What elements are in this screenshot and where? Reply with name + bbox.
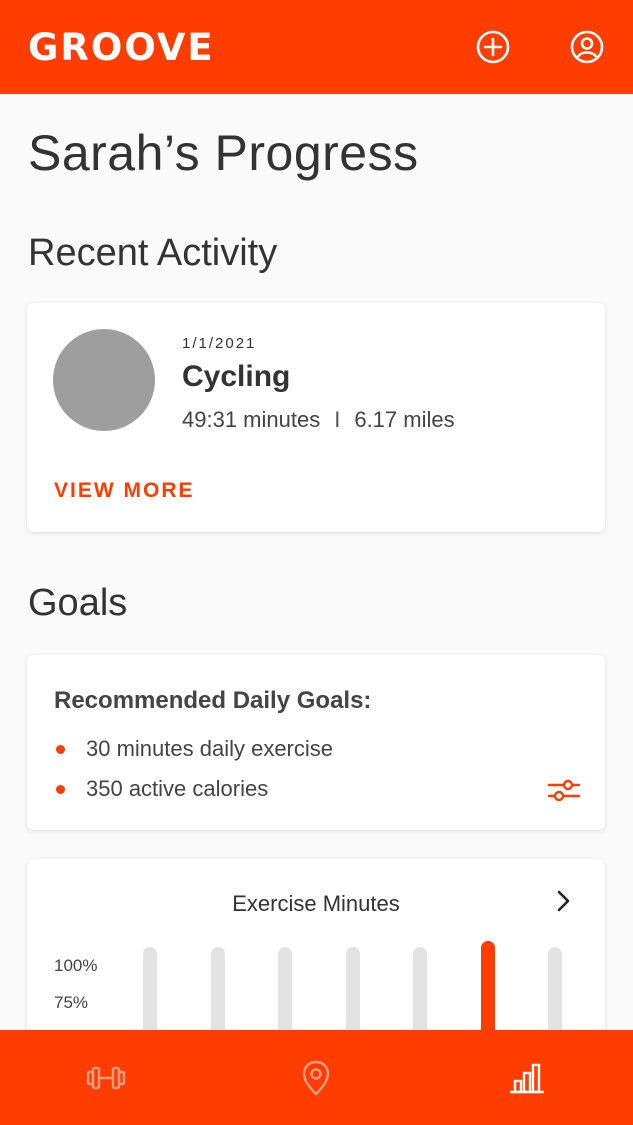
recent-activity-heading: Recent Activity [28,232,278,274]
account-icon[interactable] [569,29,605,65]
goal-item-label: 350 active calories [86,776,269,801]
bar-track [345,947,360,1030]
goal-item: 30 minutes daily exercise [54,729,333,769]
bullet-icon [56,784,65,794]
recent-activity-card[interactable]: 1/1/2021 Cycling 49:31 minutes I 6.17 mi… [27,303,605,532]
app-logo: GROOVE [28,25,215,69]
activity-avatar [53,329,155,431]
top-app-bar: GROOVE [0,0,633,94]
recommended-goals-heading: Recommended Daily Goals: [54,687,372,714]
app-root: GROOVE Sarah’s Progress Recent Activity [0,0,633,1125]
chart-title: Exercise Minutes [232,891,400,916]
goals-card: Recommended Daily Goals: 30 minutes dail… [27,655,605,830]
bar-track [413,947,427,1030]
main-content[interactable]: Sarah’s Progress Recent Activity 1/1/202… [0,94,633,1030]
activity-name: Cycling [182,360,291,393]
goal-item: 350 active calories [54,769,333,809]
header-actions [475,29,605,65]
bar-track [210,947,225,1030]
bar-track [548,947,562,1030]
activity-stats: 49:31 minutes I 6.17 miles [182,407,455,433]
view-more-button[interactable]: VIEW MORE [54,479,195,503]
sliders-icon[interactable] [547,773,581,807]
exercise-minutes-card[interactable]: Exercise Minutes 100% 75% [27,859,605,1030]
bar-highlighted [480,941,495,1030]
goal-list: 30 minutes daily exercise 350 active cal… [54,729,333,809]
location-pin-icon[interactable] [294,1058,338,1098]
activity-duration: 49:31 minutes [182,407,321,432]
page-title: Sarah’s Progress [28,125,419,181]
bullet-icon [56,744,65,754]
bar-chart-icon[interactable] [505,1058,549,1098]
activity-date: 1/1/2021 [182,335,257,352]
add-circle-icon[interactable] [475,29,511,65]
chevron-right-icon[interactable] [551,887,575,915]
goal-item-label: 30 minutes daily exercise [86,736,334,761]
goals-heading: Goals [28,582,128,624]
bar-track [143,947,157,1030]
activity-distance: 6.17 miles [354,407,455,432]
stats-separator: I [334,407,341,432]
dumbbell-icon[interactable] [84,1058,128,1098]
y-tick-label: 75% [54,993,89,1012]
y-tick-label: 100% [54,956,98,975]
bottom-nav [0,1030,633,1125]
bar-track [278,947,292,1030]
